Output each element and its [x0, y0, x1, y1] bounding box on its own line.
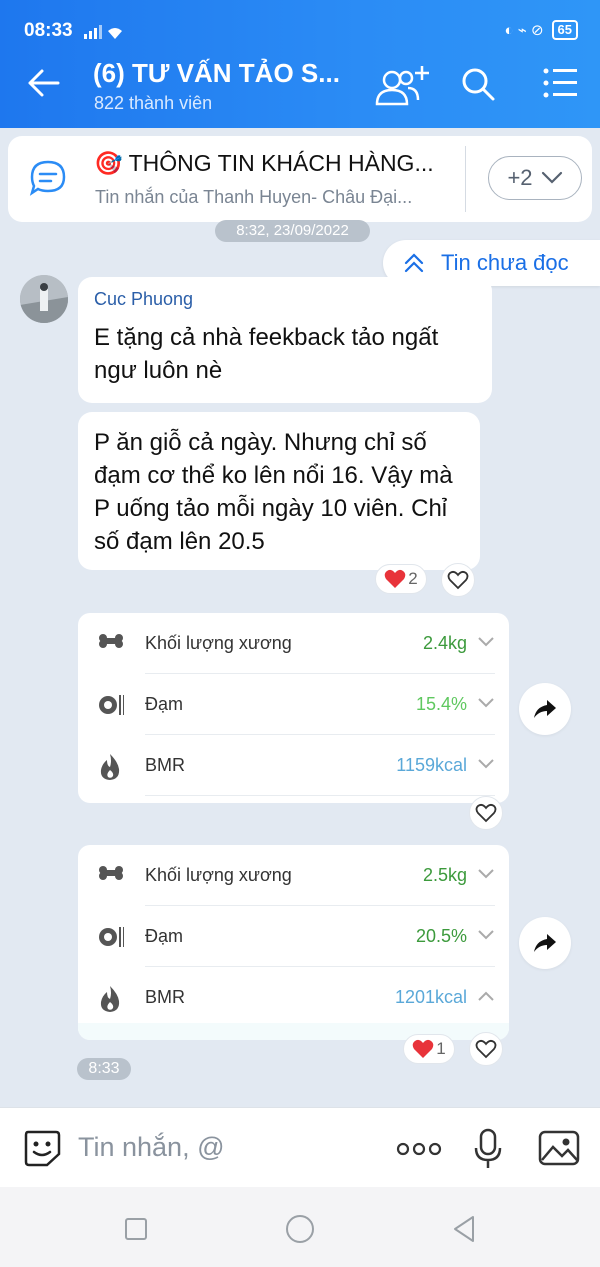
home-icon[interactable] [285, 1214, 315, 1249]
sender-name[interactable]: Cuc Phuong [94, 289, 193, 310]
top-bar: 08:33 ◐ ⌁ ⊘ 65 (6) TƯ VẤN TẢO S... 822 t… [0, 0, 600, 128]
battery-indicator: 65 [551, 20, 578, 40]
recents-icon[interactable] [124, 1217, 148, 1246]
message-time: 8:33 [77, 1058, 131, 1080]
protein-icon [98, 924, 125, 955]
message-text: E tặng cả nhà feekback tảo ngất ngư luôn… [94, 324, 439, 384]
metric-row[interactable]: BMR 1201kcal [78, 967, 509, 1028]
metric-row[interactable]: Khối lượng xương 2.5kg [78, 845, 509, 906]
metric-label: Khối lượng xương [145, 633, 292, 653]
system-navigation-bar [0, 1187, 600, 1267]
back-icon[interactable] [452, 1215, 476, 1248]
forward-button[interactable] [519, 917, 571, 969]
metric-value: 2.5kg [422, 865, 467, 885]
reaction-count-badge[interactable]: 2 [375, 564, 427, 594]
metric-label: BMR [145, 755, 185, 775]
message-text: P ăn giỗ cả ngày. Nhưng chỉ số đạm cơ th… [94, 429, 453, 555]
reaction-count-badge[interactable]: 1 [403, 1034, 455, 1064]
chevron-up-icon[interactable] [477, 989, 495, 1007]
pinned-title: THÔNG TIN KHÁCH HÀNG... [128, 150, 434, 176]
message-composer: Tin nhắn, @ [0, 1107, 600, 1187]
metric-row[interactable]: Khối lượng xương 2.4kg [78, 613, 509, 674]
heart-icon [412, 1039, 434, 1058]
message-icon [28, 158, 68, 203]
metric-row[interactable]: Đạm 20.5% [78, 906, 509, 967]
heart-icon [384, 569, 406, 588]
react-heart-button[interactable] [441, 563, 475, 597]
heart-outline-icon [475, 803, 497, 823]
more-pinned-button[interactable]: +2 [488, 156, 582, 200]
metric-value: 1159kcal [396, 755, 467, 775]
bone-icon [98, 863, 124, 888]
flame-icon [98, 985, 122, 1018]
status-bar: 08:33 ◐ ⌁ ⊘ 65 [0, 0, 600, 44]
more-pinned-count: +2 [507, 165, 533, 190]
forward-button[interactable] [519, 683, 571, 735]
reaction-count: 2 [408, 569, 418, 588]
microphone-icon[interactable] [474, 1128, 502, 1175]
sticker-icon[interactable] [22, 1128, 62, 1173]
unread-label: Tin chưa đọc [441, 250, 569, 275]
back-arrow-icon[interactable] [26, 68, 60, 103]
search-icon[interactable] [460, 66, 496, 107]
target-emoji: 🎯 [94, 150, 123, 176]
metric-label: Khối lượng xương [145, 865, 292, 885]
share-arrow-icon [534, 700, 556, 718]
group-title[interactable]: (6) TƯ VẤN TẢO S... [93, 58, 340, 89]
metric-value: 2.4kg [422, 633, 467, 653]
heart-outline-icon [447, 570, 469, 590]
add-member-icon[interactable] [374, 66, 430, 111]
chevron-down-icon[interactable] [477, 635, 495, 653]
avatar[interactable] [20, 275, 68, 323]
metric-label: Đạm [145, 926, 184, 946]
share-arrow-icon [534, 934, 556, 952]
metric-value: 1201kcal [394, 987, 467, 1007]
metric-row[interactable]: Đạm 15.4% [78, 674, 509, 735]
date-separator: 8:32, 23/09/2022 [215, 220, 370, 242]
chevron-down-icon[interactable] [477, 696, 495, 714]
metric-label: Đạm [145, 694, 184, 714]
status-time: 08:33 [24, 20, 73, 41]
message-input[interactable]: Tin nhắn, @ [78, 1132, 224, 1163]
flame-icon [98, 753, 122, 786]
divider [465, 146, 466, 212]
chevron-down-icon[interactable] [477, 757, 495, 775]
chevron-down-icon[interactable] [477, 867, 495, 885]
divider [145, 795, 495, 796]
image-icon[interactable] [538, 1130, 580, 1171]
pinned-message[interactable]: 🎯 THÔNG TIN KHÁCH HÀNG... Tin nhắn của T… [8, 136, 592, 222]
react-heart-button[interactable] [469, 1032, 503, 1066]
chevron-down-icon [541, 171, 562, 184]
chat-header: (6) TƯ VẤN TẢO S... 822 thành viên [0, 44, 600, 128]
heart-outline-icon [475, 1039, 497, 1059]
metric-value: 15.4% [415, 694, 467, 714]
message-bubble[interactable]: P ăn giỗ cả ngày. Nhưng chỉ số đạm cơ th… [78, 412, 480, 570]
status-icons: ◐ ⌁ ⊘ [504, 22, 544, 39]
signal-icon [84, 24, 124, 45]
protein-icon [98, 692, 125, 723]
react-heart-button[interactable] [469, 796, 503, 830]
pinned-subtitle: Tin nhắn của Thanh Huyen- Châu Đại... [95, 187, 413, 207]
more-options-icon[interactable] [396, 1142, 442, 1161]
metric-value: 20.5% [415, 926, 467, 946]
health-metrics-card[interactable]: Khối lượng xương 2.5kg Đạm 20.5% BMR 120… [78, 845, 509, 1040]
reaction-count: 1 [436, 1039, 446, 1058]
bone-icon [98, 631, 124, 656]
chevron-down-icon[interactable] [477, 928, 495, 946]
metric-row[interactable]: BMR 1159kcal [78, 735, 509, 796]
health-metrics-card[interactable]: Khối lượng xương 2.4kg Đạm 15.4% BMR 115… [78, 613, 509, 803]
metric-label: BMR [145, 987, 185, 1007]
message-bubble[interactable]: Cuc Phuong E tặng cả nhà feekback tảo ng… [78, 277, 492, 403]
member-count[interactable]: 822 thành viên [94, 93, 212, 114]
double-chevron-up-icon [404, 253, 424, 273]
menu-list-icon[interactable] [542, 66, 578, 105]
